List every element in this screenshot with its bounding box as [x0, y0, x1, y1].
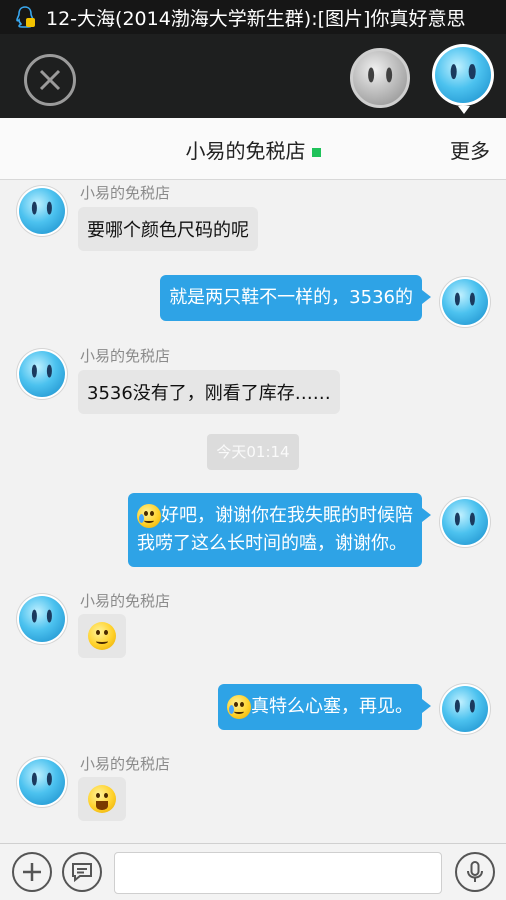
sender-avatar[interactable]	[17, 594, 67, 644]
voice-button[interactable]	[455, 852, 495, 892]
outgoing-message[interactable]: 真特么心塞，再见。	[218, 684, 431, 730]
close-button[interactable]	[24, 54, 76, 106]
more-button[interactable]: 更多	[450, 135, 490, 164]
chat-title-bar: 小易的免税店 更多	[0, 118, 506, 180]
timestamp: 今天01:14	[207, 434, 299, 470]
input-bar	[0, 843, 506, 900]
my-avatar[interactable]	[440, 277, 490, 327]
incoming-message[interactable]: 3536没有了，刚看了库存……	[78, 370, 340, 414]
outgoing-message[interactable]: 好吧，谢谢你在我失眠的时候陪 我唠了这么长时间的嗑，谢谢你。	[128, 493, 431, 567]
sender-name: 小易的免税店	[80, 184, 171, 202]
incoming-message[interactable]: 要哪个颜色尺码的呢	[78, 207, 258, 251]
sender-avatar[interactable]	[17, 757, 67, 807]
outgoing-message[interactable]: 就是两只鞋不一样的，3536的	[160, 275, 431, 321]
message-line: 我唠了这么长时间的嗑，谢谢你。	[137, 533, 407, 554]
sender-name: 小易的免税店	[80, 755, 171, 773]
chat-title-text: 小易的免税店	[185, 139, 306, 163]
sender-avatar[interactable]	[17, 186, 67, 236]
close-icon	[39, 69, 61, 91]
add-button[interactable]	[12, 852, 52, 892]
sender-name: 小易的免税店	[80, 347, 171, 365]
incoming-emoji-message[interactable]	[78, 777, 126, 821]
qq-notification-icon	[16, 6, 35, 28]
sender-avatar[interactable]	[17, 349, 67, 399]
chat-header-bar	[0, 34, 506, 118]
message-text: 真特么心塞，再见。	[251, 696, 413, 717]
crying-emoji-icon	[227, 695, 251, 719]
online-status-icon	[311, 148, 321, 157]
smile-emoji-icon	[88, 622, 116, 650]
notification-text[interactable]: 12-大海(2014渤海大学新生群):[图片]你真好意思	[46, 4, 465, 31]
sticker-button[interactable]	[62, 852, 102, 892]
crying-emoji-icon	[137, 504, 161, 528]
contact-avatar-active[interactable]	[432, 44, 494, 114]
laugh-emoji-icon	[88, 785, 116, 813]
message-input[interactable]	[114, 852, 442, 894]
status-bar: 12-大海(2014渤海大学新生群):[图片]你真好意思	[0, 0, 506, 34]
contact-avatar-offline[interactable]	[350, 48, 410, 108]
message-line: 好吧，谢谢你在我失眠的时候陪	[161, 505, 413, 526]
incoming-emoji-message[interactable]	[78, 614, 126, 658]
chat-title: 小易的免税店	[0, 135, 506, 164]
sender-name: 小易的免税店	[80, 592, 171, 610]
my-avatar[interactable]	[440, 684, 490, 734]
plus-icon	[23, 863, 41, 881]
my-avatar[interactable]	[440, 497, 490, 547]
microphone-icon	[467, 861, 483, 882]
chat-bubble-icon	[72, 863, 92, 883]
